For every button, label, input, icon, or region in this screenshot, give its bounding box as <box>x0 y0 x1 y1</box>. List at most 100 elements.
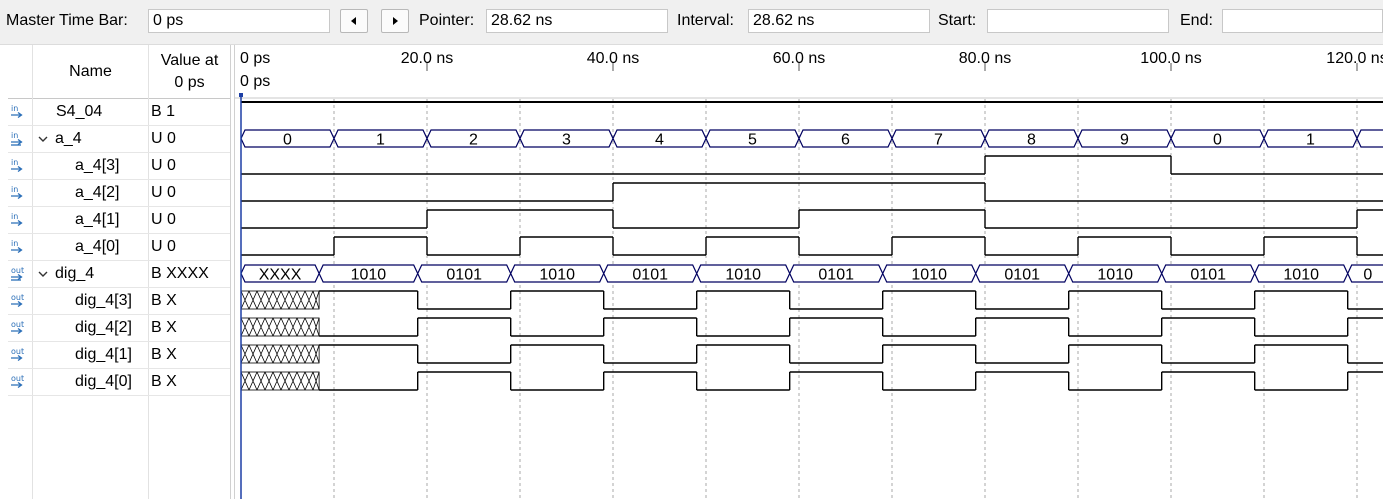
bus-value-label: 3 <box>562 132 571 149</box>
signal-value: B XXXX <box>151 265 209 282</box>
signal-row[interactable]: out dig_4[3] B X <box>8 288 230 315</box>
signal-name: a_4[3] <box>75 157 120 174</box>
signal-value: B 1 <box>151 103 176 120</box>
signal-name: a_4[0] <box>75 238 120 255</box>
signal-name: dig_4[0] <box>75 373 132 390</box>
svg-text:in: in <box>11 239 18 248</box>
bus-value-label: 6 <box>841 132 850 149</box>
signal-trace <box>319 344 1383 364</box>
signal-name: S4_04 <box>56 103 103 120</box>
signal-trace <box>241 209 1383 229</box>
signal-row[interactable]: out dig_4[1] B X <box>8 342 230 369</box>
signal-row[interactable]: in a_4 U 0 <box>8 126 230 153</box>
output-pin-icon: out <box>11 347 24 362</box>
signal-value: B X <box>151 373 177 390</box>
start-input[interactable] <box>987 9 1169 33</box>
bus-value-label: 1010 <box>539 267 575 284</box>
time-cursor-handle <box>239 93 243 97</box>
bus-value-label: 0101 <box>818 267 854 284</box>
svg-text:in: in <box>11 158 18 167</box>
output-bus-icon: out <box>11 266 24 281</box>
svg-text:out: out <box>11 266 24 275</box>
bus-value-label: 8 <box>1027 132 1036 149</box>
interval-label: Interval: <box>677 12 734 29</box>
bus-value-label: 1 <box>1306 132 1315 149</box>
signal-trace <box>241 182 1383 202</box>
unknown-value-hatch <box>240 317 320 337</box>
name-column-header[interactable]: Name <box>33 45 148 98</box>
signal-list-header: Name Value at 0 ps <box>8 45 230 99</box>
signal-trace <box>241 236 1383 256</box>
unknown-value-hatch <box>240 371 320 391</box>
signal-row[interactable]: out dig_4[0] B X <box>8 369 230 396</box>
toolbar: Master Time Bar: Pointer: Interval: Star… <box>0 0 1383 45</box>
value-header-line2: 0 ps <box>174 74 205 91</box>
value-header-line1: Value at <box>160 52 219 69</box>
svg-text:out: out <box>11 293 24 302</box>
signal-value: U 0 <box>151 211 176 228</box>
input-bus-icon: in <box>11 131 23 146</box>
end-input[interactable] <box>1222 9 1383 33</box>
value-column-header[interactable]: Value at 0 ps <box>149 50 230 94</box>
bus-value-label: 0101 <box>446 267 482 284</box>
interval-input[interactable] <box>748 9 930 33</box>
signal-trace <box>319 317 1383 337</box>
signal-trace <box>319 290 1383 310</box>
input-pin-icon: in <box>11 185 23 200</box>
svg-text:in: in <box>11 185 18 194</box>
unknown-value-hatch <box>240 344 320 364</box>
unknown-value-hatch <box>240 290 320 310</box>
waveform-panel[interactable]: 0 ps 20.0 ns 40.0 ns 60.0 ns 80.0 ns 100.0 ns… <box>234 45 1383 499</box>
signal-row[interactable]: in a_4[3] U 0 <box>8 153 230 180</box>
pointer-input[interactable] <box>486 9 668 33</box>
signal-row[interactable]: out dig_4[2] B X <box>8 315 230 342</box>
previous-transition-button[interactable] <box>340 9 368 33</box>
signal-value: U 0 <box>151 184 176 201</box>
chevron-down-icon[interactable] <box>37 268 49 280</box>
signal-list-panel: Name Value at 0 ps in S4_04 B 1 in a_4 U 0 in a… <box>8 45 231 499</box>
svg-text:out: out <box>11 320 24 329</box>
signal-row[interactable]: in S4_04 B 1 <box>8 99 230 126</box>
signal-name: a_4 <box>55 130 82 147</box>
bus-value-label: 4 <box>655 132 664 149</box>
waveform-canvas[interactable]: 0 1 2 3 4 5 6 7 8 9 0 1XXXX 1010 0101 1010 0101 1010 0101… <box>235 45 1383 499</box>
master-time-bar-input[interactable] <box>148 9 330 33</box>
signal-row[interactable]: in a_4[2] U 0 <box>8 180 230 207</box>
bus-value-label: 1010 <box>351 267 387 284</box>
svg-text:in: in <box>11 212 18 221</box>
signal-row[interactable]: out dig_4 B XXXX <box>8 261 230 288</box>
signal-value: B X <box>151 292 177 309</box>
bus-value-label: 0 <box>283 132 292 149</box>
signal-name: a_4[1] <box>75 211 120 228</box>
bus-value-label: 0 <box>1363 267 1372 284</box>
signal-name: dig_4[2] <box>75 319 132 336</box>
signal-value: U 0 <box>151 157 176 174</box>
bus-value-label: 1010 <box>1283 267 1319 284</box>
bus-value-label: 2 <box>469 132 478 149</box>
input-pin-icon: in <box>11 104 23 119</box>
bus-value-label: 0 <box>1213 132 1222 149</box>
output-pin-icon: out <box>11 320 24 335</box>
bus-value-label: 9 <box>1120 132 1129 149</box>
chevron-down-icon[interactable] <box>37 133 49 145</box>
arrow-right-icon <box>393 17 398 25</box>
start-label: Start: <box>938 12 977 29</box>
bus-value-label: 1 <box>376 132 385 149</box>
bus-value-label: 1010 <box>911 267 947 284</box>
input-pin-icon: in <box>11 212 23 227</box>
signal-name: dig_4 <box>55 265 95 282</box>
pointer-label: Pointer: <box>419 12 475 29</box>
input-pin-icon: in <box>11 158 23 173</box>
bus-value-label: XXXX <box>259 267 302 284</box>
bus-value-label: 0101 <box>632 267 668 284</box>
input-pin-icon: in <box>11 239 23 254</box>
bus-value-label: 0101 <box>1004 267 1040 284</box>
signal-name: a_4[2] <box>75 184 120 201</box>
next-transition-button[interactable] <box>381 9 409 33</box>
signal-value: U 0 <box>151 130 176 147</box>
bus-value-label: 1010 <box>725 267 761 284</box>
signal-value: U 0 <box>151 238 176 255</box>
master-time-bar-label: Master Time Bar: <box>6 12 128 29</box>
signal-row[interactable]: in a_4[1] U 0 <box>8 207 230 234</box>
signal-row[interactable]: in a_4[0] U 0 <box>8 234 230 261</box>
